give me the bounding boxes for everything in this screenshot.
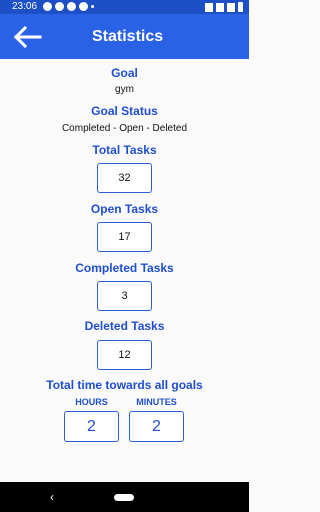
total-time-label: Total time towards all goals (46, 378, 203, 392)
running-icon (79, 2, 88, 11)
goal-status-label: Goal Status (91, 104, 158, 118)
status-time: 23:06 (12, 1, 38, 12)
goal-status-value: Completed - Open - Deleted (61, 123, 188, 134)
total-tasks-box: 32 (97, 163, 152, 193)
system-nav-bar: ‹ (0, 482, 249, 512)
minutes-box: 2 (129, 411, 184, 442)
open-tasks-label: Open Tasks (90, 202, 159, 216)
minutes-label: MINUTES (136, 397, 177, 407)
open-tasks-box: 17 (97, 222, 152, 252)
goal-label: Goal (111, 66, 138, 80)
hours-label: HOURS (75, 397, 108, 407)
goal-value: gym (115, 84, 134, 95)
page-title: Statistics (92, 28, 164, 45)
wifi-icon (216, 2, 224, 12)
nav-home-pill[interactable] (114, 494, 134, 501)
statistics-content: Goal gym Goal Status Completed - Open - … (0, 59, 249, 482)
notification-icons (43, 2, 94, 11)
app-bar: Statistics (0, 14, 249, 59)
total-tasks-label: Total Tasks (92, 143, 157, 157)
battery-icon (238, 2, 243, 12)
status-bar: 23:06 (0, 0, 249, 14)
signal-icon (227, 2, 235, 12)
whatsapp-icon (43, 2, 52, 11)
app-icon (67, 2, 76, 11)
completed-tasks-box: 3 (97, 281, 152, 311)
system-icons (205, 2, 243, 12)
dot-icon (91, 5, 94, 8)
deleted-tasks-label: Deleted Tasks (84, 319, 165, 333)
nav-back-icon[interactable]: ‹ (50, 491, 54, 503)
completed-tasks-label: Completed Tasks (75, 261, 174, 275)
back-arrow-icon[interactable] (12, 23, 42, 51)
messenger-icon (55, 2, 64, 11)
vibrate-icon (205, 2, 213, 12)
hours-box: 2 (64, 411, 119, 442)
deleted-tasks-box: 12 (97, 340, 152, 370)
